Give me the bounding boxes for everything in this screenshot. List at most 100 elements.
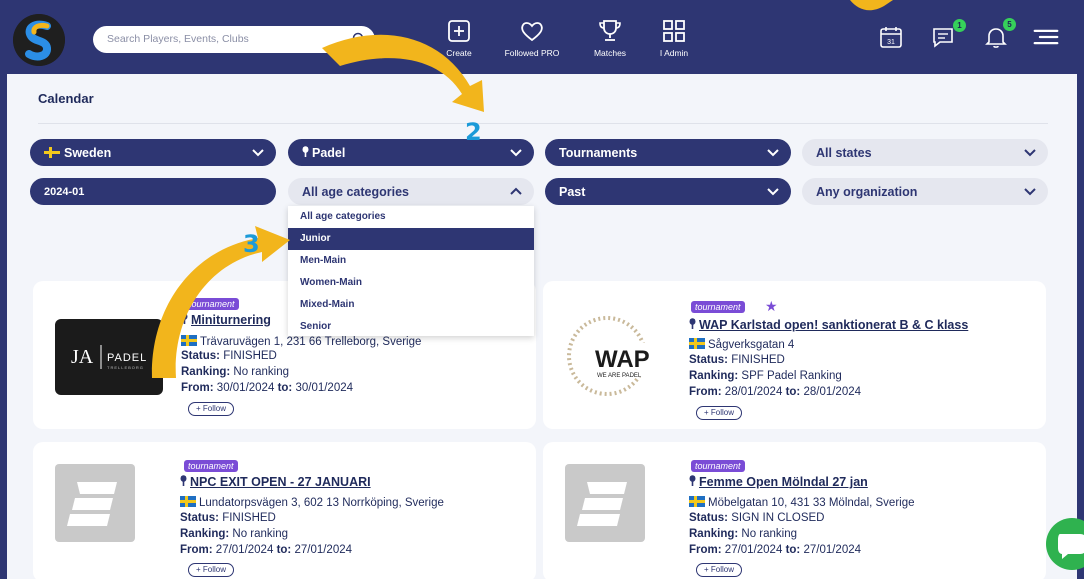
event-title-link[interactable]: NPC EXIT OPEN - 27 JANUARI (180, 475, 371, 489)
ja-padel-logo-icon: JA PADEL TRELLEBORG (71, 345, 147, 370)
event-title: WAP Karlstad open! sanktionerat B & C kl… (699, 318, 969, 332)
event-title-link[interactable]: Femme Open Mölndal 27 jan (689, 475, 868, 489)
padel-racket-icon (689, 318, 696, 329)
chevron-down-icon (767, 188, 779, 196)
to-label: to: (277, 382, 293, 394)
app-frame: Search Players, Events, Clubs Create Fol… (0, 0, 1084, 579)
event-title-link[interactable]: Miniturnering (181, 313, 271, 327)
to-date: 28/01/2024 (803, 386, 862, 398)
nav-i-admin[interactable]: I Admin (634, 18, 714, 68)
event-title: Miniturnering (191, 313, 271, 327)
sweden-flag-icon (180, 496, 196, 507)
status-label: Status: (689, 512, 728, 524)
event-ranking: Ranking: No ranking (181, 366, 289, 378)
state-filter[interactable]: All states (802, 139, 1048, 166)
search-bar[interactable]: Search Players, Events, Clubs (93, 26, 375, 53)
default-event-icon (577, 482, 627, 526)
chevron-down-icon (1024, 188, 1036, 196)
event-card[interactable]: tournament NPC EXIT OPEN - 27 JANUARI Lu… (33, 442, 536, 579)
event-title-link[interactable]: WAP Karlstad open! sanktionerat B & C kl… (689, 318, 968, 332)
age-category-dropdown: All age categories Junior Men-Main Women… (288, 206, 534, 336)
padel-racket-icon (180, 475, 187, 486)
age-option-all[interactable]: All age categories (288, 206, 534, 228)
calendar-button[interactable]: 31 (878, 24, 904, 50)
nav-create[interactable]: Create (419, 18, 499, 68)
from-date: 27/01/2024 (215, 544, 274, 556)
step-number-3: 3 (243, 230, 260, 258)
status-value: FINISHED (731, 354, 785, 366)
wap-logo-icon: WAP WE ARE PADEL (567, 316, 669, 396)
age-option-mixed-main[interactable]: Mixed-Main (288, 294, 534, 316)
ranking-label: Ranking: (689, 528, 739, 540)
logo-sub-text: TRELLEBORG (107, 365, 144, 370)
period-filter[interactable]: Past (545, 178, 791, 205)
ranking-value: No ranking (232, 528, 289, 540)
club-logo: JA PADEL TRELLEBORG (55, 319, 163, 395)
chevron-down-icon (1024, 149, 1036, 157)
ranking-label: Ranking: (181, 366, 231, 378)
to-date: 27/01/2024 (803, 544, 862, 556)
sport-filter[interactable]: Padel (288, 139, 534, 166)
ranking-label: Ranking: (180, 528, 230, 540)
status-value: FINISHED (223, 350, 277, 362)
hamburger-menu-icon (1033, 29, 1059, 45)
logo-mark-text: JA (71, 346, 94, 368)
type-filter[interactable]: Tournaments (545, 139, 791, 166)
month-filter-value: 2024-01 (44, 186, 85, 198)
age-option-junior[interactable]: Junior (288, 228, 534, 250)
logo-padel-text: PADEL (107, 352, 147, 364)
nav-followed-pro[interactable]: Followed PRO (492, 18, 572, 68)
event-type-tag: tournament (184, 460, 238, 472)
event-status: Status: SIGN IN CLOSED (689, 512, 825, 524)
chevron-down-icon (767, 149, 779, 157)
padel-racket-icon (181, 313, 188, 324)
status-value: SIGN IN CLOSED (731, 512, 825, 524)
follow-button[interactable]: + Follow (696, 563, 743, 577)
month-filter[interactable]: 2024-01 (30, 178, 276, 205)
notifications-count-badge: 5 (1003, 18, 1016, 31)
menu-button[interactable] (1033, 24, 1059, 50)
chat-widget-button[interactable] (1046, 518, 1084, 570)
age-option-men-main[interactable]: Men-Main (288, 250, 534, 272)
status-value: FINISHED (222, 512, 276, 524)
follow-button[interactable]: + Follow (188, 563, 235, 577)
event-address-text: Sågverksgatan 4 (708, 339, 795, 351)
from-label: From: (180, 544, 213, 556)
nav-create-label: Create (446, 48, 472, 58)
notifications-button[interactable]: 5 (983, 18, 1016, 50)
app-screen: Search Players, Events, Clubs Create Fol… (7, 8, 1077, 579)
period-filter-value: Past (559, 185, 586, 199)
to-date: 27/01/2024 (294, 544, 353, 556)
event-card[interactable]: tournament Femme Open Mölndal 27 jan Möb… (543, 442, 1046, 579)
messages-count-badge: 1 (953, 19, 966, 32)
event-card[interactable]: WAP WE ARE PADEL tournament ★ WAP Karlst… (543, 281, 1046, 429)
to-label: to: (276, 544, 292, 556)
from-label: From: (689, 386, 722, 398)
chevron-up-icon (510, 187, 522, 195)
from-date: 27/01/2024 (724, 544, 783, 556)
age-option-senior[interactable]: Senior (288, 316, 534, 338)
app-logo[interactable] (13, 14, 65, 66)
follow-button[interactable]: + Follow (188, 402, 235, 416)
sweden-flag-icon (181, 335, 197, 346)
age-category-filter[interactable]: All age categories (288, 178, 534, 205)
ranking-label: Ranking: (689, 370, 739, 382)
calendar-day-number: 31 (887, 39, 895, 46)
calendar-icon: 31 (880, 27, 902, 48)
event-dates: From: 30/01/2024 to: 30/01/2024 (181, 382, 353, 394)
age-option-women-main[interactable]: Women-Main (288, 272, 534, 294)
event-ranking: Ranking: No ranking (180, 528, 288, 540)
organization-filter[interactable]: Any organization (802, 178, 1048, 205)
messages-button[interactable]: 1 (931, 19, 966, 50)
event-address-text: Lundatorpsvägen 3, 602 13 Norrköping, Sv… (199, 497, 444, 509)
follow-button[interactable]: + Follow (696, 406, 743, 420)
search-icon[interactable] (351, 31, 367, 47)
event-dates: From: 28/01/2024 to: 28/01/2024 (689, 386, 861, 398)
logo-icon (13, 14, 65, 66)
event-address: Möbelgatan 10, 431 33 Mölndal, Sverige (689, 496, 915, 509)
search-input[interactable]: Search Players, Events, Clubs (107, 33, 249, 45)
country-filter[interactable]: Sweden (30, 139, 276, 166)
event-ranking: Ranking: No ranking (689, 528, 797, 540)
ranking-value: No ranking (233, 366, 290, 378)
event-status: Status: FINISHED (181, 350, 277, 362)
